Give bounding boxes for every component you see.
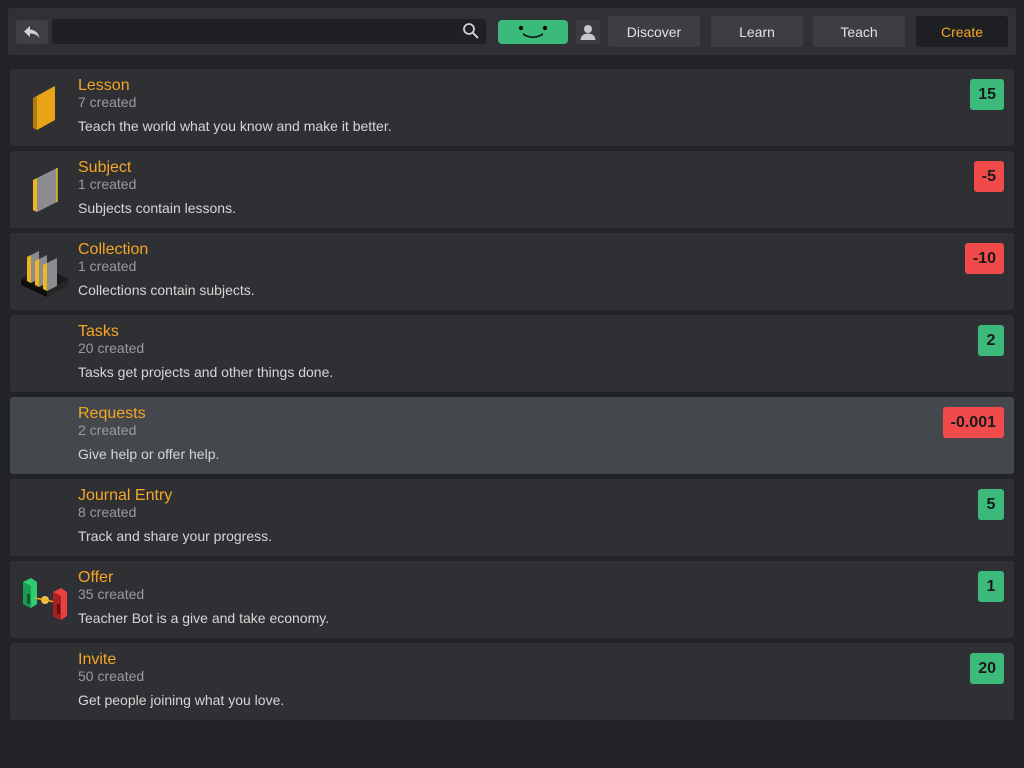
book-icon (16, 77, 74, 137)
item-description: Give help or offer help. (78, 446, 220, 462)
back-button[interactable] (16, 20, 48, 44)
smiley-face-button[interactable] (498, 20, 568, 44)
score-badge: -10 (964, 243, 1004, 274)
score-badge: 5 (978, 489, 1004, 520)
score-badge: -5 (973, 161, 1004, 192)
item-title: Offer (78, 569, 114, 586)
search-bar[interactable] (52, 19, 486, 44)
top-bar: Discover Learn Teach Create (8, 8, 1016, 55)
item-description: Track and share your progress. (78, 528, 273, 544)
list-item-lesson[interactable]: Lesson 7 created Teach the world what yo… (10, 69, 1014, 146)
item-title: Subject (78, 159, 132, 176)
score-badge: 20 (970, 653, 1004, 684)
score-badge: 1 (978, 571, 1004, 602)
item-count: 8 created (78, 504, 137, 520)
user-icon (580, 25, 596, 40)
item-title: Journal Entry (78, 487, 173, 504)
item-description: Subjects contain lessons. (78, 200, 236, 216)
smiley-face-icon (518, 25, 548, 38)
item-title: Invite (78, 651, 117, 668)
item-description: Tasks get projects and other things done… (78, 364, 334, 380)
exchange-icon (16, 569, 74, 629)
create-type-list: Lesson 7 created Teach the world what yo… (10, 69, 1014, 725)
teach-button[interactable]: Teach (813, 16, 905, 47)
bookshelf-icon (16, 241, 74, 301)
item-title: Tasks (78, 323, 119, 340)
item-count: 1 created (78, 258, 137, 274)
user-profile-button[interactable] (576, 20, 600, 44)
learn-button[interactable]: Learn (711, 16, 803, 47)
item-title: Requests (78, 405, 146, 422)
list-item-requests[interactable]: Requests 2 created Give help or offer he… (10, 397, 1014, 474)
item-title: Lesson (78, 77, 130, 94)
score-badge: 15 (970, 79, 1004, 110)
item-count: 1 created (78, 176, 137, 192)
list-item-collection[interactable]: Collection 1 created Collections contain… (10, 233, 1014, 310)
item-count: 2 created (78, 422, 137, 438)
discover-button[interactable]: Discover (608, 16, 700, 47)
list-item-invite[interactable]: Invite 50 created Get people joining wha… (10, 643, 1014, 720)
list-item-journal-entry[interactable]: Journal Entry 8 created Track and share … (10, 479, 1014, 556)
search-icon[interactable] (462, 22, 480, 40)
create-button[interactable]: Create (916, 16, 1008, 47)
item-count: 35 created (78, 586, 145, 602)
item-description: Collections contain subjects. (78, 282, 255, 298)
item-count: 20 created (78, 340, 145, 356)
binder-icon (16, 159, 74, 219)
item-description: Teach the world what you know and make i… (78, 118, 392, 134)
item-count: 50 created (78, 668, 145, 684)
back-arrow-icon (24, 26, 40, 38)
score-badge: -0.001 (942, 407, 1004, 438)
item-description: Teacher Bot is a give and take economy. (78, 610, 330, 626)
list-item-tasks[interactable]: Tasks 20 created Tasks get projects and … (10, 315, 1014, 392)
item-description: Get people joining what you love. (78, 692, 285, 708)
item-title: Collection (78, 241, 149, 258)
list-item-offer[interactable]: Offer 35 created Teacher Bot is a give a… (10, 561, 1014, 638)
score-badge: 2 (978, 325, 1004, 356)
list-item-subject[interactable]: Subject 1 created Subjects contain lesso… (10, 151, 1014, 228)
search-input[interactable] (52, 19, 452, 44)
item-count: 7 created (78, 94, 137, 110)
